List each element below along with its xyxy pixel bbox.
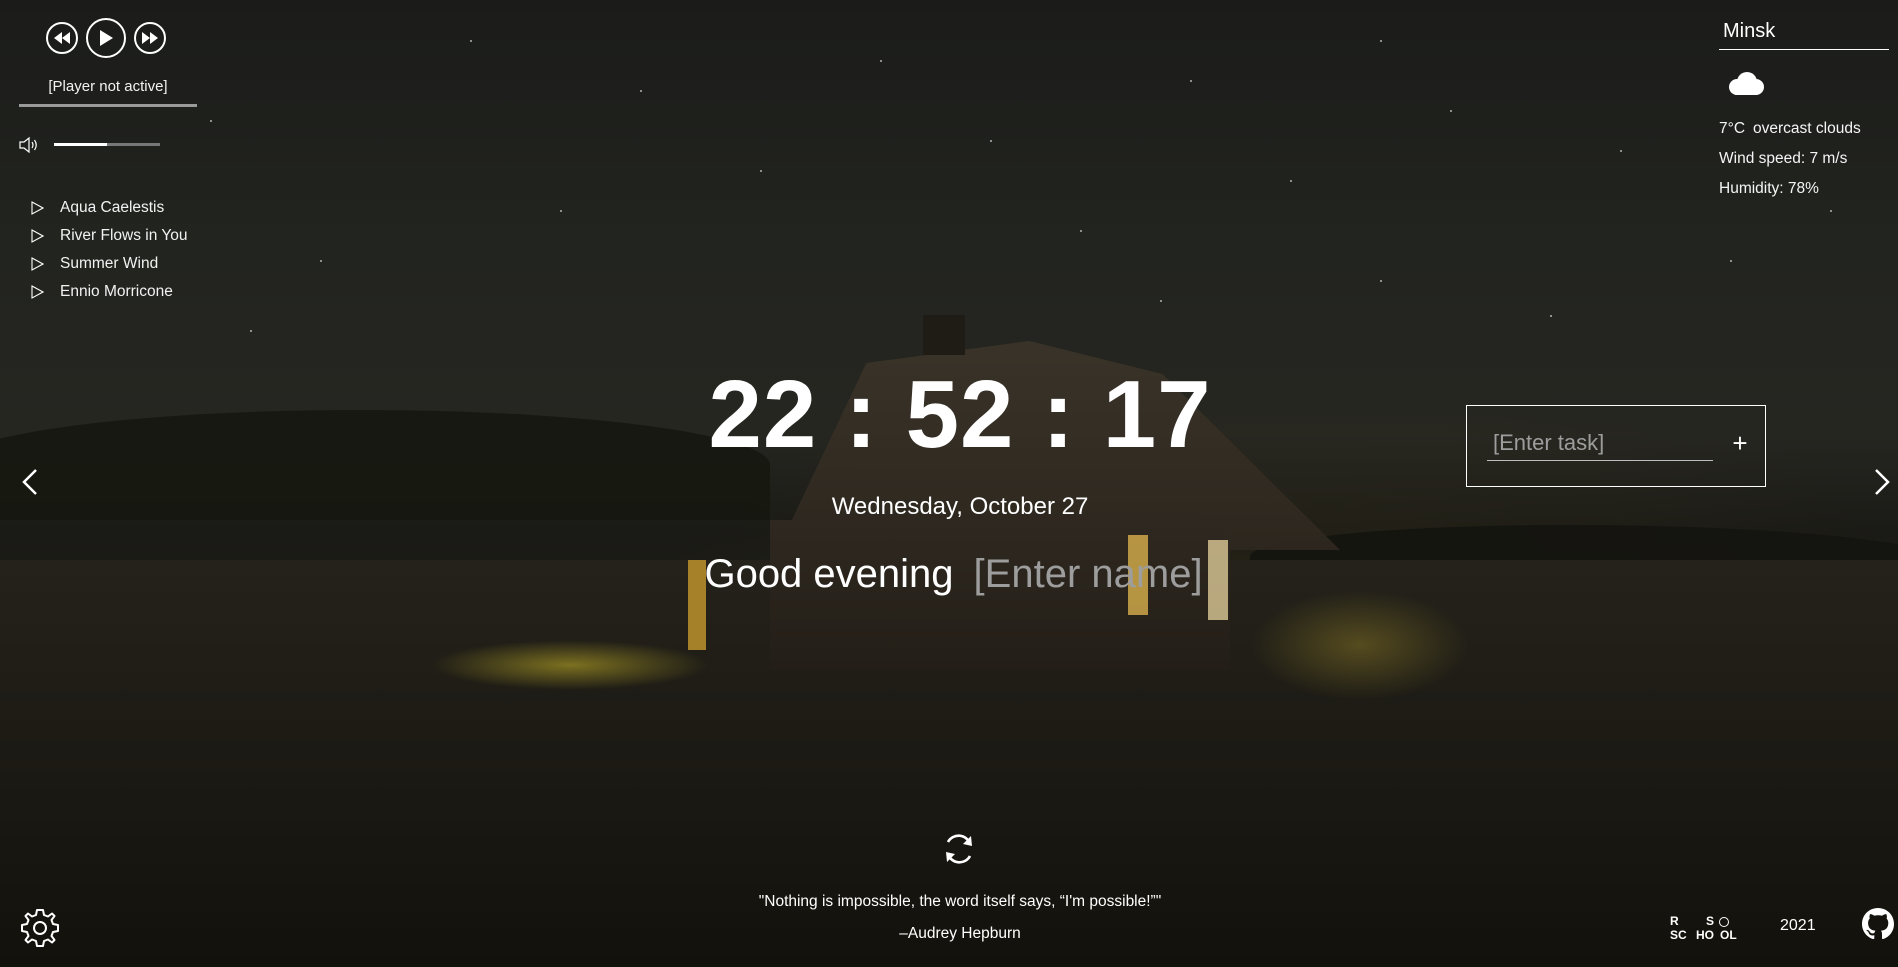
player-controls	[46, 18, 166, 58]
quote-author: –Audrey Hepburn	[899, 925, 1021, 942]
play-item-icon	[24, 201, 50, 215]
play-item-icon	[24, 285, 50, 299]
fast-forward-button[interactable]	[134, 22, 166, 54]
wind-speed: Wind speed: 7 m/s	[1719, 150, 1848, 167]
city-input[interactable]	[1719, 18, 1889, 50]
playlist-item-title: Summer Wind	[60, 255, 159, 272]
volume-icon[interactable]	[18, 136, 40, 154]
volume-slider[interactable]	[54, 143, 160, 146]
rewind-button[interactable]	[46, 22, 78, 54]
player-status: [Player not active]	[48, 78, 168, 95]
playlist-item[interactable]: Aqua Caelestis	[24, 194, 188, 222]
rewind-icon	[54, 32, 70, 44]
temperature: 7°C	[1719, 120, 1746, 137]
svg-text:R: R	[1670, 914, 1679, 928]
play-button[interactable]	[86, 18, 126, 58]
playlist-item[interactable]: River Flows in You	[24, 222, 188, 250]
svg-text:HO: HO	[1696, 928, 1714, 942]
github-icon[interactable]	[1860, 906, 1896, 942]
refresh-quote-icon[interactable]	[940, 830, 978, 868]
svg-text:OL: OL	[1720, 928, 1737, 942]
cloud-icon	[1729, 72, 1764, 95]
task-input[interactable]	[1487, 426, 1713, 461]
add-task-button[interactable]: +	[1725, 426, 1755, 460]
humidity: Humidity: 78%	[1719, 180, 1819, 197]
playlist: Aqua Caelestis River Flows in You Summer W…	[24, 194, 188, 306]
volume-fill	[54, 143, 107, 146]
fast-forward-icon	[142, 32, 158, 44]
play-item-icon	[24, 229, 50, 243]
gear-icon[interactable]	[18, 906, 62, 950]
greeting-text: Good evening	[704, 551, 954, 596]
clock-time: 22 : 52 : 17	[708, 361, 1212, 468]
rs-school-logo[interactable]: R S SC HO OL	[1668, 913, 1744, 945]
progress-bar[interactable]	[19, 104, 197, 107]
slide-prev-arrow-icon[interactable]	[18, 466, 42, 498]
clock-date: Wednesday, October 27	[831, 493, 1089, 520]
svg-text:S: S	[1706, 914, 1714, 928]
footer-year: 2021	[1780, 917, 1816, 934]
weather-description: overcast clouds	[1753, 120, 1861, 137]
weather-widget: 7°C overcast clouds Wind speed: 7 m/s Hum…	[1719, 18, 1891, 197]
svg-text:SC: SC	[1670, 928, 1687, 942]
playlist-item-title: Ennio Morricone	[60, 283, 173, 300]
play-item-icon	[24, 257, 50, 271]
playlist-item[interactable]: Summer Wind	[24, 250, 188, 278]
playlist-item-title: River Flows in You	[60, 227, 188, 244]
weather-temperature-line: 7°C overcast clouds	[1719, 120, 1861, 138]
playlist-item[interactable]: Ennio Morricone	[24, 278, 188, 306]
playlist-item-title: Aqua Caelestis	[60, 199, 165, 216]
play-icon	[100, 30, 113, 46]
todo-widget: +	[1466, 405, 1766, 487]
name-input[interactable]	[971, 550, 1216, 598]
greeting-row: Good evening	[620, 546, 1300, 602]
quote-text: "Nothing is impossible, the word itself …	[758, 893, 1162, 910]
slide-next-arrow-icon[interactable]	[1870, 466, 1894, 498]
